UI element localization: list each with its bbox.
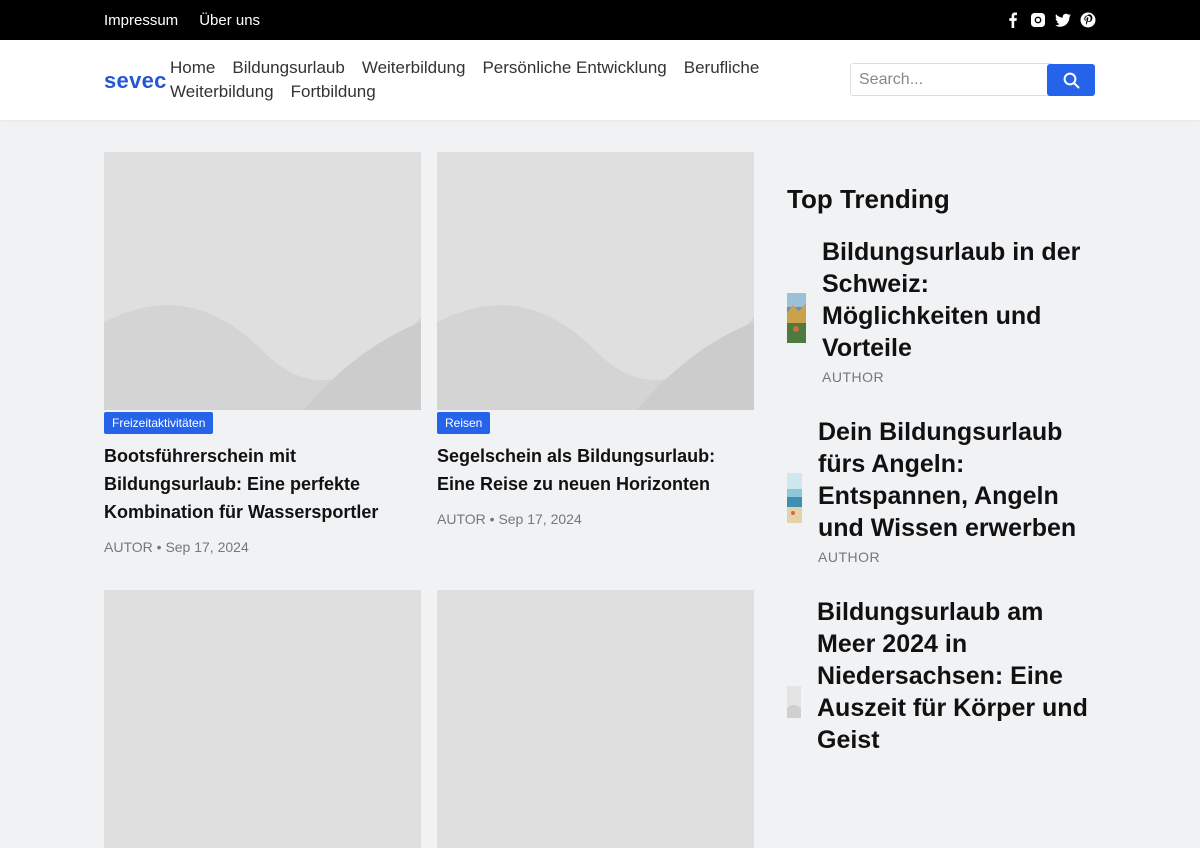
post-author: AUTOR [104,539,153,555]
social-links [1005,0,1096,40]
category-badge[interactable]: Freizeitaktivitäten [104,412,214,434]
post-title[interactable]: Segelschein als Bildungsurlaub: Eine Rei… [437,442,754,498]
impressum-link[interactable]: Impressum [104,12,178,29]
trending-thumbnail[interactable] [787,473,802,523]
nav-weiterbildung[interactable]: Weiterbildung [362,58,466,77]
trending-title[interactable]: Bildungsurlaub am Meer 2024 in Niedersac… [817,596,1097,756]
search-button[interactable] [1047,64,1095,96]
main-nav: Home Bildungsurlaub Weiterbildung Persönlic… [170,56,830,104]
post-title[interactable]: Bootsführerschein mit Bildungsurlaub: Ei… [104,442,421,526]
category-badge[interactable]: Reisen [437,412,491,434]
search-input[interactable] [850,63,1054,96]
post-thumbnail-placeholder[interactable] [437,590,754,848]
post-thumbnail-placeholder[interactable] [437,152,754,410]
post-thumbnail-placeholder[interactable] [104,152,421,410]
nav-persoenliche-entwicklung[interactable]: Persönliche Entwicklung [482,58,666,77]
post-date: Sep 17, 2024 [498,511,582,527]
site-logo[interactable]: sevec [104,68,167,94]
post-meta: AUTOR • Sep 17, 2024 [437,511,582,527]
nav-home[interactable]: Home [170,58,215,77]
trending-title[interactable]: Bildungsurlaub in der Schweiz: Möglichke… [822,236,1102,364]
post-thumbnail-placeholder[interactable] [104,590,421,848]
nav-fortbildung[interactable]: Fortbildung [291,82,376,101]
site-header: sevec Home Bildungsurlaub Weiterbildung Per… [0,40,1200,120]
top-links: Impressum Über uns [104,0,260,40]
trending-author: AUTHOR [822,369,885,385]
instagram-icon[interactable] [1030,12,1046,28]
top-bar: Impressum Über uns [0,0,1200,40]
nav-bildungsurlaub[interactable]: Bildungsurlaub [232,58,344,77]
pinterest-icon[interactable] [1080,12,1096,28]
trending-author: AUTHOR [818,549,881,565]
post-date: Sep 17, 2024 [165,539,249,555]
trending-title[interactable]: Dein Bildungsurlaub fürs Angeln: Entspan… [818,416,1098,544]
twitter-icon[interactable] [1055,12,1071,28]
trending-thumbnail[interactable] [787,686,801,718]
sidebar-title: Top Trending [787,184,950,214]
post-author: AUTOR [437,511,486,527]
search-icon [1063,72,1079,88]
about-link[interactable]: Über uns [199,12,260,29]
post-meta: AUTOR • Sep 17, 2024 [104,539,249,555]
trending-thumbnail[interactable] [787,293,806,343]
facebook-icon[interactable] [1005,12,1021,28]
